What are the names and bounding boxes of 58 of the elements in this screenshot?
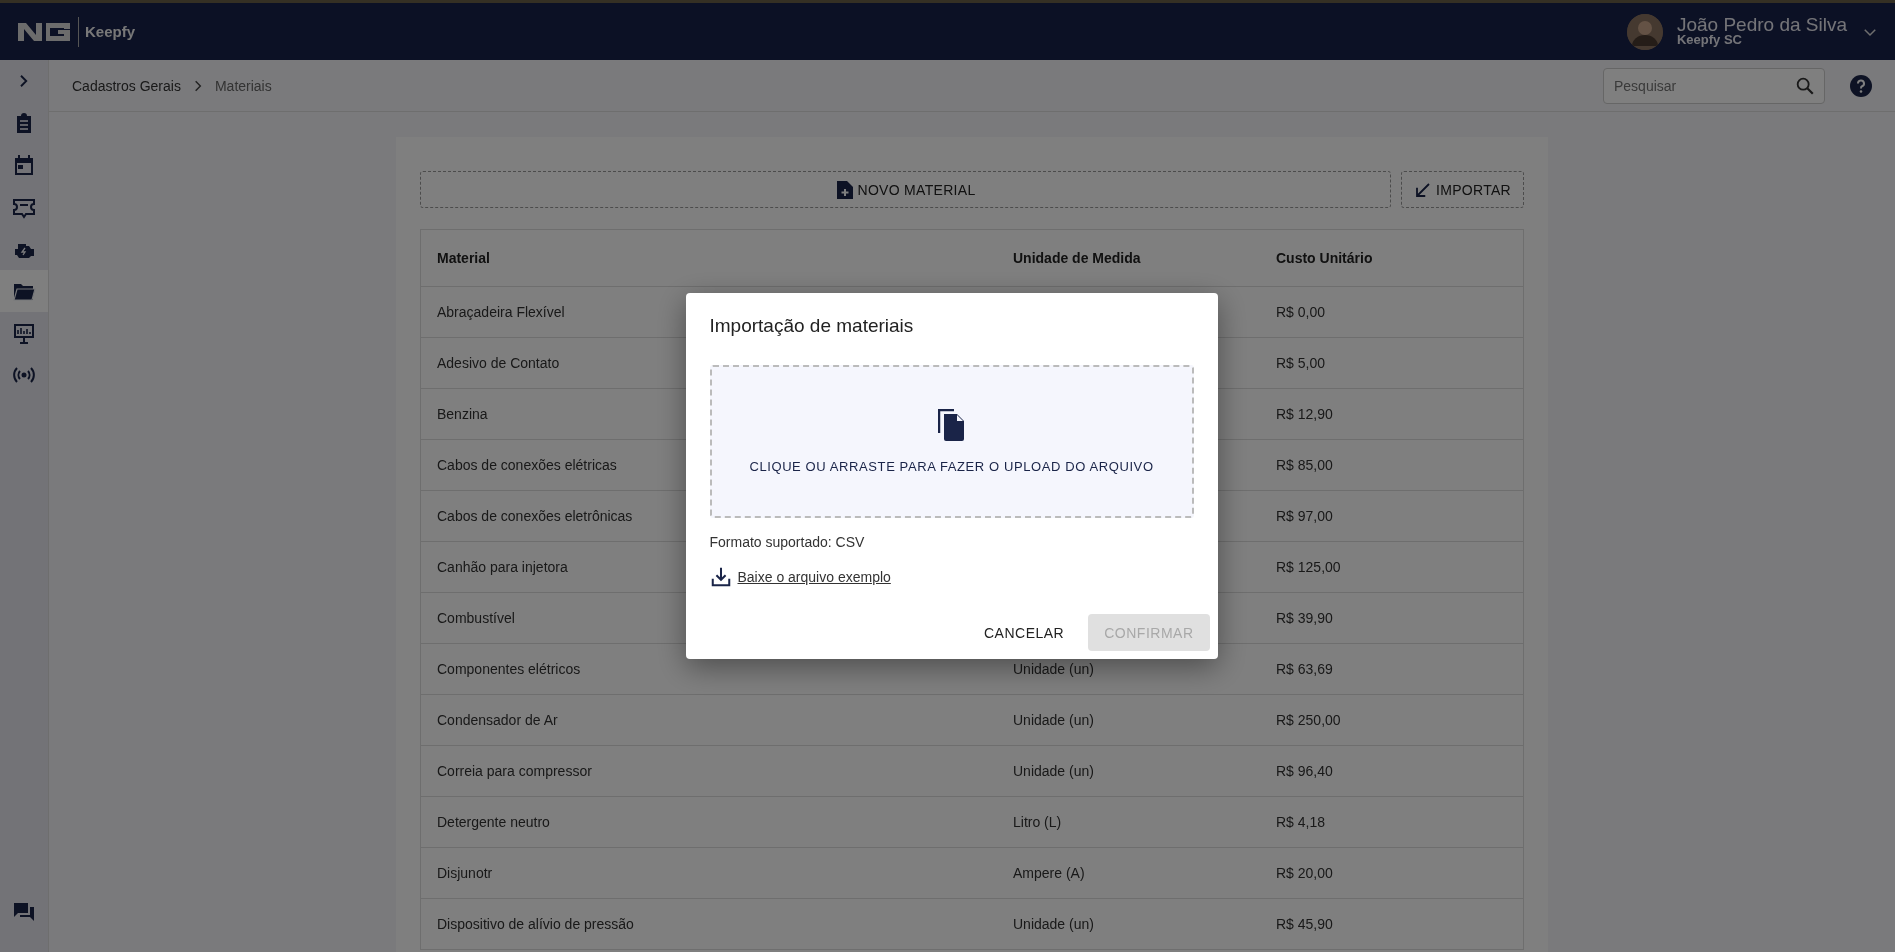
table-cell: R$ 20,00 <box>1276 865 1333 881</box>
table-cell: Unidade (un) <box>1013 763 1094 779</box>
help-icon[interactable] <box>1849 73 1873 98</box>
table-cell: Cabos de conexões eletrônicas <box>437 508 633 524</box>
search-field[interactable]: Pesquisar <box>1603 67 1825 104</box>
table-cell: R$ 4,18 <box>1276 814 1326 830</box>
table-cell: R$ 85,00 <box>1276 457 1333 473</box>
arrow-down-left-icon <box>1414 180 1432 199</box>
file-add-icon <box>835 179 854 200</box>
monitor-chart-icon <box>12 321 36 345</box>
user-name: João Pedro da Silva <box>1676 16 1847 32</box>
files-icon <box>937 409 966 441</box>
column-header: Unidade de Medida <box>1013 250 1141 266</box>
table-cell: Detergente neutro <box>437 814 550 830</box>
table-cell: Abraçadeira Flexível <box>437 304 565 320</box>
calendar-icon <box>12 153 36 177</box>
dialog-title: Importação de materiais <box>709 315 915 337</box>
cancel-button[interactable]: CANCELAR <box>967 614 1081 651</box>
column-header: Custo Unitário <box>1276 250 1373 266</box>
sidebar-item[interactable] <box>0 270 48 312</box>
table-cell: R$ 97,00 <box>1276 508 1333 524</box>
table-cell: R$ 39,90 <box>1276 610 1333 626</box>
table-cell: Cabos de conexões elétricas <box>437 457 617 473</box>
table-cell: Correia para compressor <box>437 763 592 779</box>
table-cell: R$ 63,69 <box>1276 661 1333 677</box>
table-cell: Unidade (un) <box>1013 916 1094 932</box>
avatar[interactable] <box>1626 13 1663 50</box>
company-name: Keepfy SC <box>1676 31 1743 47</box>
breadcrumb-current: Materiais <box>214 77 272 94</box>
table-cell: R$ 5,00 <box>1276 355 1326 371</box>
table-cell: Condensador de Ar <box>437 712 558 728</box>
breadcrumb-link[interactable]: Cadastros Gerais <box>72 77 181 94</box>
table-cell: Ampere (A) <box>1013 865 1085 881</box>
table-cell: R$ 96,40 <box>1276 763 1333 779</box>
table-cell: R$ 250,00 <box>1276 712 1341 728</box>
table-cell: Disjunotr <box>437 865 493 881</box>
table-cell: Combustível <box>437 610 515 626</box>
upload-dropzone[interactable]: CLIQUE OU ARRASTE PARA FAZER O UPLOAD DO ARQUIVO <box>709 365 1194 518</box>
table-cell: Unidade (un) <box>1013 661 1094 677</box>
table-cell: R$ 0,00 <box>1276 304 1326 320</box>
table-cell: Unidade (un) <box>1013 712 1094 728</box>
table-cell: Componentes elétricos <box>437 661 581 677</box>
import-button[interactable]: IMPORTAR <box>1401 171 1524 208</box>
table-cell: R$ 45,90 <box>1276 916 1333 932</box>
table-cell: Adesivo de Contato <box>437 355 560 371</box>
example-file-link[interactable]: Baixe o arquivo exemplo <box>737 569 891 585</box>
table-cell: Litro (L) <box>1013 814 1062 830</box>
table-cell: Dispositivo de alívio de pressão <box>437 916 634 932</box>
new-material-button[interactable]: NOVO MATERIAL <box>420 171 1391 208</box>
search-input[interactable]: Pesquisar <box>1612 76 1794 95</box>
format-note: Formato suportado: CSV <box>709 534 866 550</box>
table-cell: R$ 125,00 <box>1276 559 1341 575</box>
table-cell: Canhão para injetora <box>437 559 568 575</box>
column-header: Material <box>437 250 490 266</box>
table-cell: R$ 12,90 <box>1276 406 1333 422</box>
download-icon <box>709 566 732 588</box>
table-cell: Benzina <box>437 406 488 422</box>
brand-name: Keepfy <box>78 16 136 47</box>
